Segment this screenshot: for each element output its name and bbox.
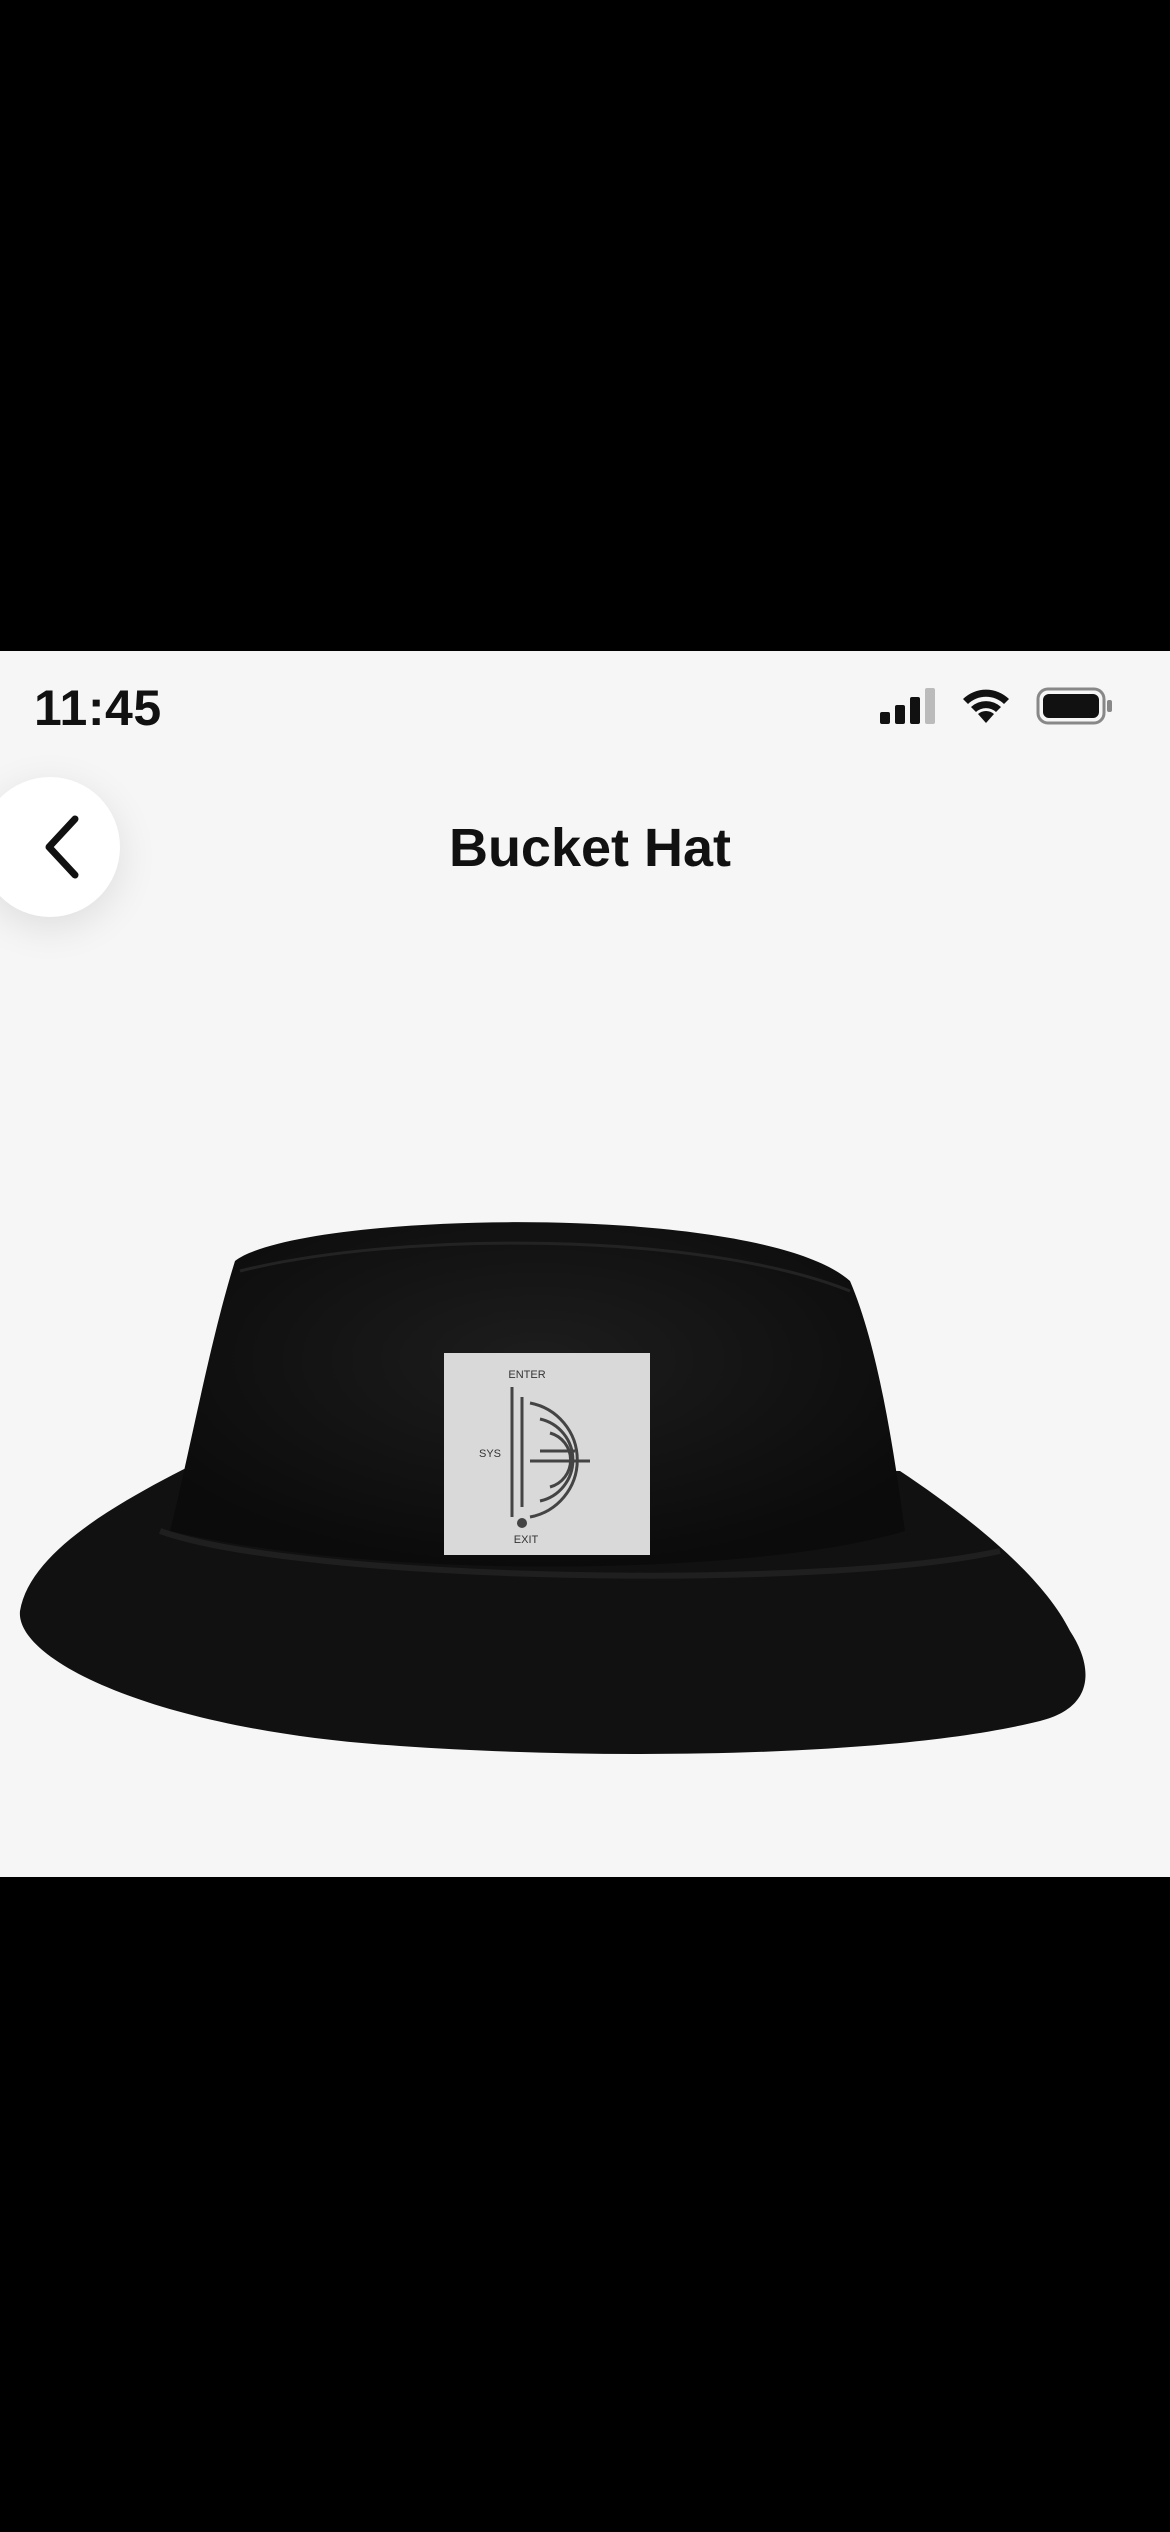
patch-exit-label: EXIT (514, 1534, 539, 1546)
hat-logo-patch: ENTER SYS EXIT (444, 1353, 650, 1555)
status-icons (880, 687, 1114, 730)
patch-enter-label: ENTER (508, 1369, 545, 1381)
battery-icon (1036, 687, 1114, 730)
status-bar: 11:45 (0, 651, 1170, 761)
cellular-signal-icon (880, 688, 936, 729)
product-image[interactable]: ENTER SYS EXIT (0, 1171, 1170, 1821)
page-title: Bucket Hat (448, 818, 732, 878)
patch-sys-label: SYS (479, 1448, 501, 1460)
navigation-bar: Bucket Hat (0, 771, 1170, 931)
product-detail-card: 11:45 Bucket Hat ENTER SYS EXIT (0, 651, 1170, 1877)
status-time: 11:45 (34, 680, 162, 736)
wifi-icon (960, 687, 1012, 730)
phone-screen: 11:45 Bucket Hat ENTER SYS EXIT (0, 0, 1170, 2532)
